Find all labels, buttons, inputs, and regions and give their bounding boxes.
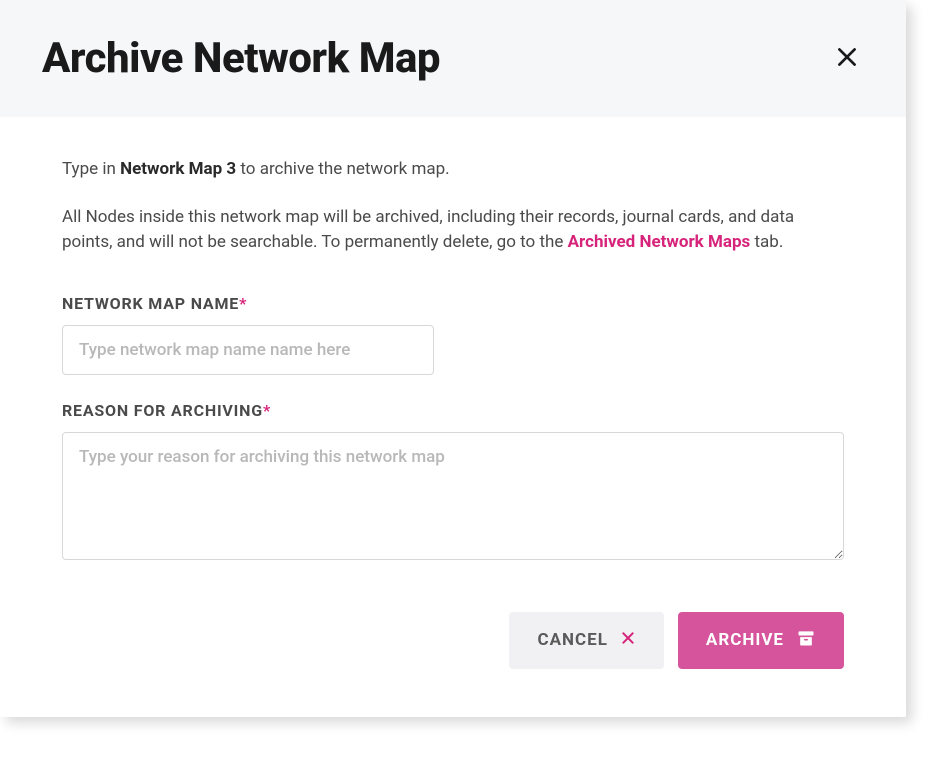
cancel-button[interactable]: CANCEL xyxy=(509,612,663,669)
reason-textarea[interactable] xyxy=(62,432,844,560)
modal-footer: CANCEL ARCHIVE xyxy=(62,612,844,669)
reason-form-group: REASON FOR ARCHIVING* xyxy=(62,401,844,564)
required-asterisk: * xyxy=(239,294,247,313)
instruction-bold: Network Map 3 xyxy=(120,159,236,179)
cancel-button-label: CANCEL xyxy=(537,630,607,650)
modal-header: Archive Network Map xyxy=(0,0,906,117)
reason-label: REASON FOR ARCHIVING* xyxy=(62,401,844,420)
name-form-group: NETWORK MAP NAME* xyxy=(62,294,844,375)
close-icon xyxy=(834,44,860,73)
archived-maps-link[interactable]: Archived Network Maps xyxy=(568,232,751,252)
modal-title: Archive Network Map xyxy=(42,34,440,83)
name-label-text: NETWORK MAP NAME xyxy=(62,294,239,313)
archive-button-label: ARCHIVE xyxy=(706,630,784,650)
network-map-name-input[interactable] xyxy=(62,325,434,375)
archive-modal: Archive Network Map Type in Network Map … xyxy=(0,0,906,717)
archive-button[interactable]: ARCHIVE xyxy=(678,612,844,669)
description-part2: tab. xyxy=(750,232,783,252)
cancel-x-icon xyxy=(620,630,636,651)
archive-icon xyxy=(796,628,816,653)
modal-body: Type in Network Map 3 to archive the net… xyxy=(0,117,906,717)
instruction-text: Type in Network Map 3 to archive the net… xyxy=(62,157,844,183)
required-asterisk: * xyxy=(263,401,271,420)
close-button[interactable] xyxy=(830,40,864,77)
name-label: NETWORK MAP NAME* xyxy=(62,294,844,313)
instruction-prefix: Type in xyxy=(62,159,120,179)
description-text: All Nodes inside this network map will b… xyxy=(62,205,844,256)
instruction-suffix: to archive the network map. xyxy=(236,159,450,179)
reason-label-text: REASON FOR ARCHIVING xyxy=(62,401,263,420)
